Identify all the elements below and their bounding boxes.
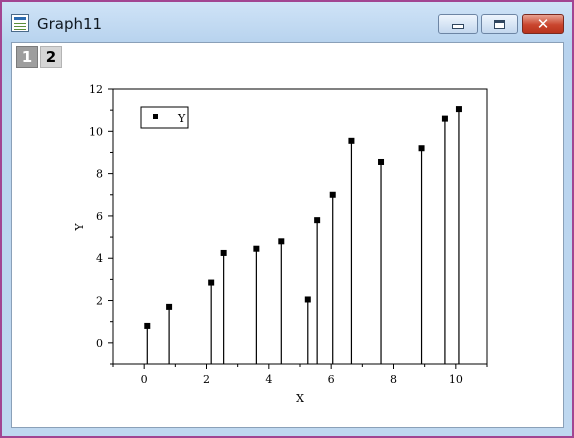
data-point[interactable] bbox=[314, 217, 321, 224]
y-tick-label: 12 bbox=[89, 83, 103, 96]
window-title: Graph11 bbox=[37, 15, 103, 33]
graph-window-icon[interactable] bbox=[11, 14, 29, 32]
close-button[interactable]: ✕ bbox=[522, 14, 564, 34]
legend[interactable]: Y bbox=[140, 106, 189, 129]
x-axis-label: X bbox=[296, 392, 304, 405]
data-point[interactable] bbox=[208, 279, 215, 286]
graph-page[interactable]: 1 2 0 2 4 6 8 10 0 2 4 6 8 10 12 X Y Y bbox=[11, 42, 564, 428]
legend-label: Y bbox=[177, 112, 186, 125]
y-tick-label: 10 bbox=[89, 125, 103, 138]
legend-marker bbox=[153, 114, 158, 119]
plot-area[interactable]: 0 2 4 6 8 10 0 2 4 6 8 10 12 X Y Y bbox=[12, 43, 563, 427]
x-tick-label: 2 bbox=[203, 373, 210, 386]
close-icon: ✕ bbox=[536, 14, 550, 33]
minimize-button[interactable] bbox=[438, 14, 478, 34]
data-point[interactable] bbox=[278, 238, 285, 245]
data-point[interactable] bbox=[304, 296, 311, 303]
data-point[interactable] bbox=[166, 303, 173, 310]
graph-window: Graph11 ✕ 1 2 0 2 4 6 8 10 0 2 4 6 8 10 12 X Y Y bbox=[0, 0, 574, 438]
data-point[interactable] bbox=[348, 137, 355, 144]
data-point[interactable] bbox=[455, 106, 462, 113]
maximize-button[interactable] bbox=[481, 14, 518, 34]
y-axis-label: Y bbox=[73, 223, 86, 232]
y-tick-label: 2 bbox=[96, 295, 103, 308]
data-point[interactable] bbox=[144, 322, 151, 329]
x-tick-label: 0 bbox=[141, 373, 148, 386]
data-point[interactable] bbox=[441, 115, 448, 122]
x-tick-label: 8 bbox=[390, 373, 397, 386]
data-point[interactable] bbox=[329, 191, 336, 198]
y-tick-label: 0 bbox=[96, 337, 103, 350]
minimize-icon bbox=[452, 23, 464, 29]
maximize-icon bbox=[494, 19, 505, 29]
x-tick-label: 6 bbox=[328, 373, 335, 386]
x-tick-label: 10 bbox=[449, 373, 463, 386]
y-tick-label: 4 bbox=[96, 252, 103, 265]
title-bar[interactable]: Graph11 ✕ bbox=[2, 2, 572, 40]
data-point[interactable] bbox=[378, 158, 385, 165]
y-tick-label: 6 bbox=[96, 210, 103, 223]
data-point[interactable] bbox=[418, 145, 425, 152]
x-tick-label: 4 bbox=[265, 373, 272, 386]
data-point[interactable] bbox=[220, 249, 227, 256]
y-tick-label: 8 bbox=[96, 168, 103, 181]
data-point[interactable] bbox=[253, 245, 260, 252]
